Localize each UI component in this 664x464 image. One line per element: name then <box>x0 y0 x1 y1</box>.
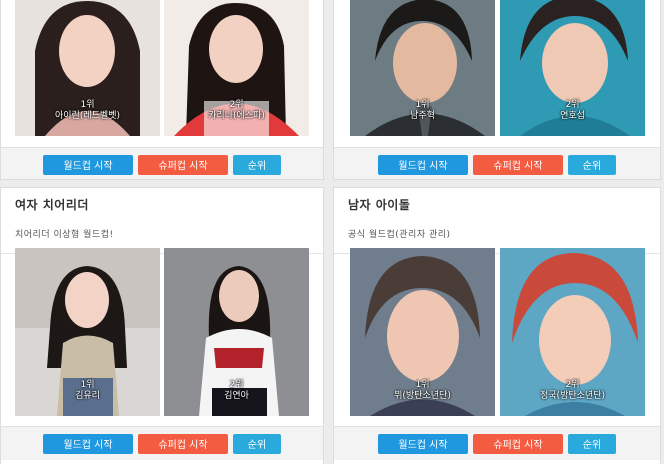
ranking-button[interactable]: 순위 <box>568 154 616 175</box>
supercup-start-button[interactable]: 슈퍼컵 시작 <box>138 433 228 454</box>
worldcup-card: 1위 남주혁 2위 연호섭 월드컵 시작 슈퍼컵 시작 순위 <box>333 0 661 180</box>
ranking-button[interactable]: 순위 <box>233 433 281 454</box>
card-description: 치어리더 이상형 월드컵! <box>15 230 114 240</box>
card-actions: 월드컵 시작 슈퍼컵 시작 순위 <box>1 147 323 179</box>
candidate-image-second[interactable]: 2위 김연아 <box>164 248 309 416</box>
candidate-label: 1위 뷔(방탄소년단) <box>394 380 451 401</box>
card-actions: 월드컵 시작 슈퍼컵 시작 순위 <box>334 147 660 179</box>
worldcup-start-button[interactable]: 월드컵 시작 <box>43 154 133 175</box>
card-header: 남자 아이돌 공식 월드컵(관리자 관리) <box>334 188 660 254</box>
card-description: 공식 월드컵(관리자 관리) <box>348 230 451 240</box>
supercup-start-button[interactable]: 슈퍼컵 시작 <box>138 154 228 175</box>
supercup-start-button[interactable]: 슈퍼컵 시작 <box>473 433 563 454</box>
card-actions: 월드컵 시작 슈퍼컵 시작 순위 <box>334 426 660 460</box>
worldcup-card: 1위 아이린(레드벨벳) 2위 카리나(에스파) 월드컵 시작 슈퍼컵 시작 순위 <box>0 0 324 180</box>
card-title[interactable]: 남자 아이돌 <box>348 196 646 213</box>
candidate-image-first[interactable]: 1위 아이린(레드벨벳) <box>15 0 160 136</box>
candidate-image-second[interactable]: 2위 정국(방탄소년단) <box>500 248 645 416</box>
worldcup-grid: 1위 아이린(레드벨벳) 2위 카리나(에스파) 월드컵 시작 슈퍼컵 시작 순위 <box>0 0 664 464</box>
candidate-image-first[interactable]: 1위 뷔(방탄소년단) <box>350 248 495 416</box>
worldcup-card: 여자 치어리더 치어리더 이상형 월드컵! 1위 김유리 2위 김연아 월드컵 … <box>0 187 324 464</box>
candidate-label: 2위 정국(방탄소년단) <box>540 380 605 401</box>
worldcup-start-button[interactable]: 월드컵 시작 <box>378 433 468 454</box>
candidate-image-second[interactable]: 2위 연호섭 <box>500 0 645 136</box>
worldcup-card: 남자 아이돌 공식 월드컵(관리자 관리) 1위 뷔(방탄소년단) 2위 정국(… <box>333 187 661 464</box>
candidate-label: 1위 남주혁 <box>410 100 435 121</box>
worldcup-start-button[interactable]: 월드컵 시작 <box>43 433 133 454</box>
supercup-start-button[interactable]: 슈퍼컵 시작 <box>473 154 563 175</box>
candidate-label: 2위 카리나(에스파) <box>208 100 265 121</box>
worldcup-start-button[interactable]: 월드컵 시작 <box>378 154 468 175</box>
candidate-label: 1위 김유리 <box>75 380 100 401</box>
card-title[interactable]: 여자 치어리더 <box>15 196 309 213</box>
candidate-image-second[interactable]: 2위 카리나(에스파) <box>164 0 309 136</box>
ranking-button[interactable]: 순위 <box>568 433 616 454</box>
card-actions: 월드컵 시작 슈퍼컵 시작 순위 <box>1 426 323 460</box>
candidate-label: 2위 연호섭 <box>560 100 585 121</box>
candidate-image-first[interactable]: 1위 김유리 <box>15 248 160 416</box>
card-header: 여자 치어리더 치어리더 이상형 월드컵! <box>1 188 323 254</box>
ranking-button[interactable]: 순위 <box>233 154 281 175</box>
candidate-label: 2위 김연아 <box>224 380 249 401</box>
candidate-label: 1위 아이린(레드벨벳) <box>55 100 120 121</box>
candidate-image-first[interactable]: 1위 남주혁 <box>350 0 495 136</box>
